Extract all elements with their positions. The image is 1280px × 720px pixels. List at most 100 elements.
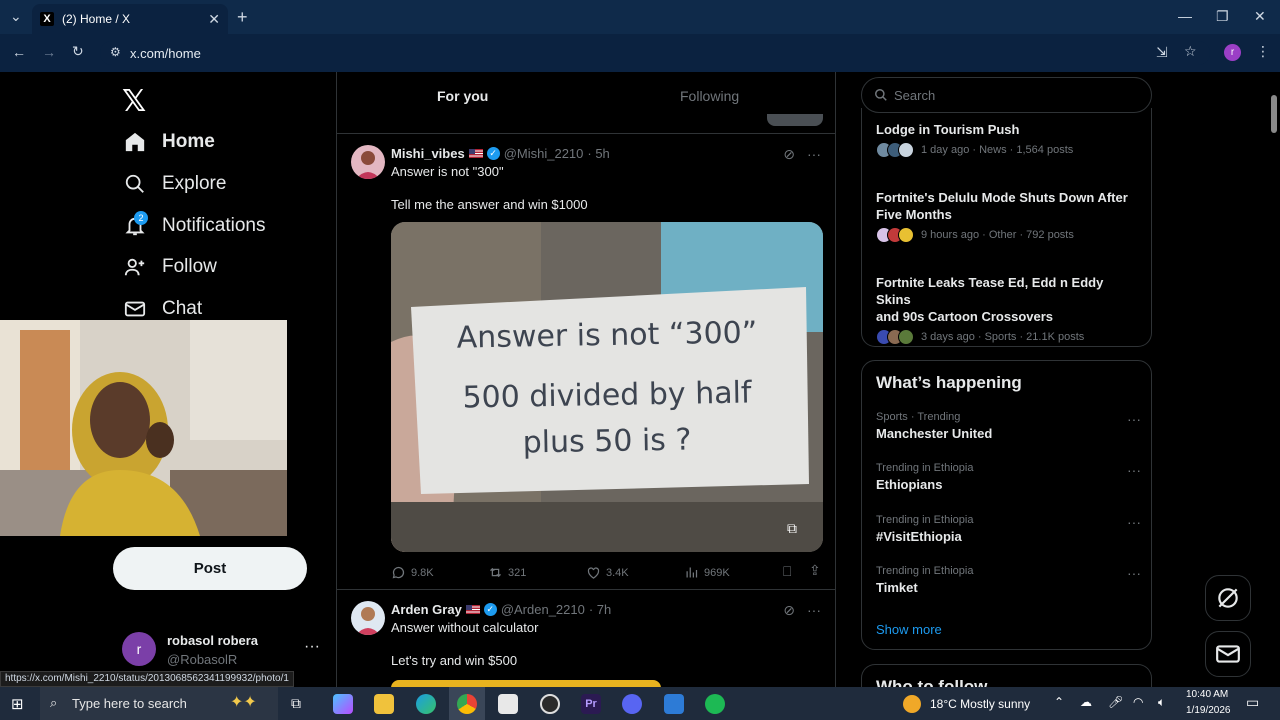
nav-notifications-label: Notifications xyxy=(162,215,266,236)
new-tab-icon[interactable]: + xyxy=(237,7,248,28)
back-icon[interactable]: ← xyxy=(12,44,26,60)
trend-context: Trending in Ethiopia xyxy=(876,514,974,526)
messages-button[interactable] xyxy=(1205,631,1251,677)
tweet-handle[interactable]: @Mishi_2210 xyxy=(504,146,584,161)
news-item[interactable]: Fortnite's Delulu Mode Shuts Down After … xyxy=(876,189,1141,243)
volume-icon[interactable]: 🔈︎ xyxy=(1158,695,1165,710)
chrome-icon[interactable] xyxy=(457,694,477,714)
tab-for-you[interactable]: For you xyxy=(437,88,488,104)
premiere-icon[interactable]: Pr xyxy=(581,694,601,714)
bookmark-star-icon[interactable]: ☆ xyxy=(1184,43,1197,60)
spotify-icon[interactable] xyxy=(705,694,725,714)
page-scrollbar[interactable] xyxy=(1268,72,1280,687)
share-icon[interactable]: ⇪ xyxy=(809,562,821,579)
nav-follow[interactable]: Follow xyxy=(122,254,217,280)
tab-close-icon[interactable]: ✕ xyxy=(208,11,220,28)
clock-app-icon[interactable] xyxy=(540,694,560,714)
bookmark-icon[interactable]: ⎕ xyxy=(783,563,791,580)
browser-menu-icon[interactable]: ⋮ xyxy=(1256,43,1270,60)
sparkle-icon: ✦✦ xyxy=(230,694,257,711)
weather-text[interactable]: 18°C Mostly sunny xyxy=(930,697,1030,711)
notification-center-icon[interactable]: ▭ xyxy=(1246,694,1259,711)
edge-icon[interactable] xyxy=(416,694,436,714)
trend-more-icon[interactable]: ··· xyxy=(1127,514,1141,530)
tweet-time[interactable]: · 7h xyxy=(589,602,611,617)
restore-icon[interactable]: ❐ xyxy=(1216,8,1229,25)
task-view-icon[interactable]: ⧉ xyxy=(291,695,301,712)
file-explorer-icon[interactable] xyxy=(374,694,394,714)
tweet[interactable]: Arden Gray ✓ @Arden_2210 · 7h ⊘ ··· Answ… xyxy=(337,590,835,687)
news-item[interactable]: Lodge in Tourism Push 1 day ago · News ·… xyxy=(876,121,1141,158)
clock-time[interactable]: 10:40 AM xyxy=(1186,689,1228,700)
tweet[interactable]: Mishi_vibes ✓ @Mishi_2210 · 5h ⊘ ··· Ans… xyxy=(337,134,835,590)
profile-avatar[interactable]: r xyxy=(1224,44,1241,61)
tweet-author-name[interactable]: Arden Gray xyxy=(391,602,462,617)
tweet-image[interactable]: Answer is not “300” 500 divided by half … xyxy=(391,222,823,552)
forward-icon[interactable]: → xyxy=(42,44,56,60)
trend-more-icon[interactable]: ··· xyxy=(1127,411,1141,427)
x-logo-icon[interactable]: 𝕏 xyxy=(122,84,146,119)
trend-item[interactable]: Trending in Ethiopia Ethiopians ··· xyxy=(876,462,1141,492)
tweet-avatar[interactable] xyxy=(351,145,385,179)
post-button[interactable]: Post xyxy=(113,547,307,590)
tab-following[interactable]: Following xyxy=(680,88,739,104)
nav-chat[interactable]: Chat xyxy=(122,296,202,322)
discord-icon[interactable] xyxy=(622,694,642,714)
window-close-icon[interactable]: ✕ xyxy=(1254,8,1266,25)
tweet-avatar[interactable] xyxy=(351,601,385,635)
trend-item[interactable]: Trending in Ethiopia #VisitEthiopia ··· xyxy=(876,514,1141,544)
nav-explore[interactable]: Explore xyxy=(122,171,226,197)
trend-item[interactable]: Trending in Ethiopia Timket ··· xyxy=(876,565,1141,595)
store-icon[interactable] xyxy=(498,694,518,714)
views-button[interactable]: 969K xyxy=(684,565,730,580)
nav-home[interactable]: Home xyxy=(122,129,215,155)
repost-button[interactable]: 321 xyxy=(488,565,526,580)
tweet-author-name[interactable]: Mishi_vibes xyxy=(391,146,465,161)
grok-button[interactable] xyxy=(1205,575,1251,621)
more-icon[interactable]: ··· xyxy=(304,638,320,656)
trend-more-icon[interactable]: ··· xyxy=(1127,565,1141,581)
microphone-icon[interactable]: 🎤︎ xyxy=(1108,695,1123,709)
address-bar[interactable]: ⚙ x.com/home xyxy=(100,41,1210,65)
scrollbar-thumb[interactable] xyxy=(1271,95,1277,133)
news-item[interactable]: Fortnite Leaks Tease Ed, Edd n Eddy Skin… xyxy=(876,274,1141,345)
tweet-handle[interactable]: @Arden_2210 xyxy=(501,602,585,617)
copilot-icon[interactable] xyxy=(333,694,353,714)
account-switcher[interactable]: r robasol robera @RobasolR ··· xyxy=(122,632,322,672)
reply-button[interactable]: 9.8K xyxy=(391,565,434,580)
tweet-time[interactable]: · 5h xyxy=(587,146,609,161)
url-text: x.com/home xyxy=(130,45,201,61)
reload-icon[interactable]: ↻ xyxy=(72,43,84,60)
trend-item[interactable]: Sports · Trending Manchester United ··· xyxy=(876,411,1141,441)
tab-list-icon[interactable]: ⌄ xyxy=(10,8,22,25)
tweet-more-icon[interactable]: ··· xyxy=(807,602,821,619)
wifi-icon[interactable]: ◠ xyxy=(1133,695,1143,709)
tweet-header: Mishi_vibes ✓ @Mishi_2210 · 5h xyxy=(391,146,610,161)
grok-icon[interactable]: ⊘ xyxy=(783,146,795,163)
install-app-icon[interactable]: ⇲ xyxy=(1156,44,1168,61)
image-edit-icon[interactable]: ⧉ xyxy=(787,520,797,537)
new-posts-pill[interactable] xyxy=(767,114,823,126)
tweet-image-partial[interactable] xyxy=(391,680,661,687)
search-icon xyxy=(875,89,887,101)
news-avatars xyxy=(876,329,914,345)
nav-explore-label: Explore xyxy=(162,173,227,194)
news-title: Lodge in Tourism Push xyxy=(876,122,1020,137)
tray-chevron-icon[interactable]: ⌃ xyxy=(1054,695,1064,709)
app-icon[interactable] xyxy=(664,694,684,714)
taskbar-search-input[interactable]: ⌕ Type here to search ✦✦ xyxy=(40,687,278,720)
like-button[interactable]: 3.4K xyxy=(586,565,629,580)
onedrive-icon[interactable]: ☁ xyxy=(1080,695,1092,709)
grok-icon[interactable]: ⊘ xyxy=(783,602,795,619)
site-info-icon[interactable]: ⚙ xyxy=(110,45,121,59)
weather-icon xyxy=(903,695,921,713)
tweet-more-icon[interactable]: ··· xyxy=(807,146,821,163)
windows-start-icon[interactable]: ⊞ xyxy=(11,695,24,713)
show-more-link[interactable]: Show more xyxy=(876,622,942,637)
clock-date[interactable]: 1/19/2026 xyxy=(1186,705,1231,716)
home-icon xyxy=(122,129,148,155)
minimize-icon[interactable]: — xyxy=(1178,8,1192,24)
browser-tab[interactable]: X (2) Home / X ✕ xyxy=(32,4,228,34)
news-avatars xyxy=(876,227,914,243)
trend-more-icon[interactable]: ··· xyxy=(1127,462,1141,478)
